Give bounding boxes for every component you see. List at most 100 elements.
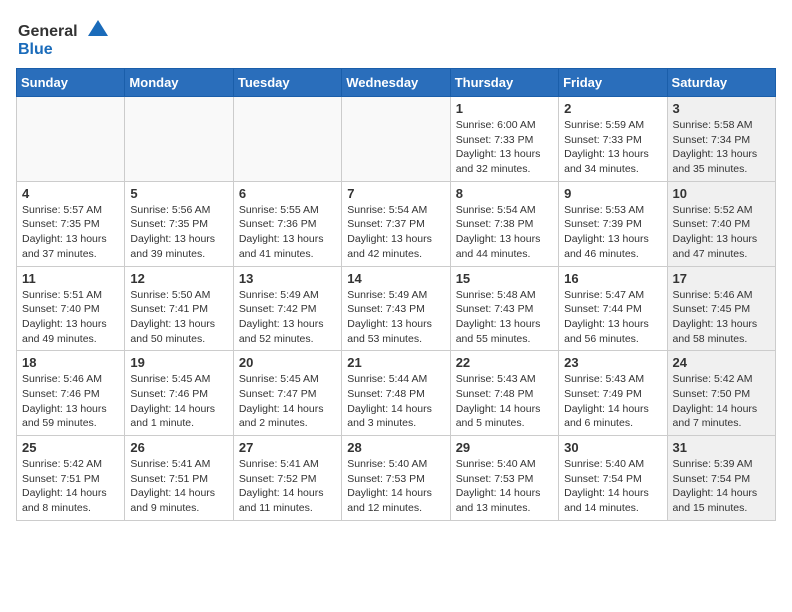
calendar-cell: 24 Sunrise: 5:42 AMSunset: 7:50 PMDayligh… xyxy=(667,351,775,436)
day-info: Sunrise: 5:40 AMSunset: 7:53 PMDaylight:… xyxy=(456,457,553,516)
calendar-week-3: 11 Sunrise: 5:51 AMSunset: 7:40 PMDayligh… xyxy=(17,266,776,351)
calendar-cell: 3 Sunrise: 5:58 AMSunset: 7:34 PMDaylight… xyxy=(667,97,775,182)
day-number: 7 xyxy=(347,186,444,201)
calendar-cell: 19Sunrise: 5:45 AMSunset: 7:46 PMDayligh… xyxy=(125,351,233,436)
calendar-cell: 7 Sunrise: 5:54 AMSunset: 7:37 PMDaylight… xyxy=(342,181,450,266)
calendar-cell xyxy=(233,97,341,182)
day-number: 14 xyxy=(347,271,444,286)
day-info: Sunrise: 5:59 AMSunset: 7:33 PMDaylight:… xyxy=(564,118,661,177)
calendar-cell: 20 Sunrise: 5:45 AMSunset: 7:47 PMDayligh… xyxy=(233,351,341,436)
calendar-cell: 22 Sunrise: 5:43 AMSunset: 7:48 PMDayligh… xyxy=(450,351,558,436)
calendar-cell: 12 Sunrise: 5:50 AMSunset: 7:41 PMDayligh… xyxy=(125,266,233,351)
day-number: 21 xyxy=(347,355,444,370)
logo-svg: General Blue xyxy=(16,16,126,60)
day-info: Sunrise: 5:40 AMSunset: 7:54 PMDaylight:… xyxy=(564,457,661,516)
svg-text:Blue: Blue xyxy=(18,41,53,58)
page-header: General Blue xyxy=(16,16,776,60)
day-number: 20 xyxy=(239,355,336,370)
day-number: 17 xyxy=(673,271,770,286)
day-number: 4 xyxy=(22,186,119,201)
calendar-cell: 16 Sunrise: 5:47 AMSunset: 7:44 PMDayligh… xyxy=(559,266,667,351)
day-info: Sunrise: 5:46 AMSunset: 7:46 PMDaylight:… xyxy=(22,372,119,431)
day-number: 18 xyxy=(22,355,119,370)
day-number: 5 xyxy=(130,186,227,201)
day-number: 28 xyxy=(347,440,444,455)
calendar-cell: 4 Sunrise: 5:57 AMSunset: 7:35 PMDaylight… xyxy=(17,181,125,266)
day-number: 16 xyxy=(564,271,661,286)
day-info: Sunrise: 5:44 AMSunset: 7:48 PMDaylight:… xyxy=(347,372,444,431)
day-number: 8 xyxy=(456,186,553,201)
day-info: Sunrise: 5:47 AMSunset: 7:44 PMDaylight:… xyxy=(564,288,661,347)
calendar-cell: 11 Sunrise: 5:51 AMSunset: 7:40 PMDayligh… xyxy=(17,266,125,351)
day-info: Sunrise: 5:39 AMSunset: 7:54 PMDaylight:… xyxy=(673,457,770,516)
calendar-cell: 13 Sunrise: 5:49 AMSunset: 7:42 PMDayligh… xyxy=(233,266,341,351)
calendar-cell: 30 Sunrise: 5:40 AMSunset: 7:54 PMDayligh… xyxy=(559,436,667,521)
calendar-cell: 25 Sunrise: 5:42 AMSunset: 7:51 PMDayligh… xyxy=(17,436,125,521)
day-number: 6 xyxy=(239,186,336,201)
calendar-cell: 26 Sunrise: 5:41 AMSunset: 7:51 PMDayligh… xyxy=(125,436,233,521)
weekday-header-tuesday: Tuesday xyxy=(233,69,341,97)
calendar-header-row: SundayMondayTuesdayWednesdayThursdayFrid… xyxy=(17,69,776,97)
day-number: 29 xyxy=(456,440,553,455)
day-number: 1 xyxy=(456,101,553,116)
day-info: Sunrise: 5:46 AMSunset: 7:45 PMDaylight:… xyxy=(673,288,770,347)
day-info: Sunrise: 5:54 AMSunset: 7:37 PMDaylight:… xyxy=(347,203,444,262)
calendar-cell xyxy=(342,97,450,182)
day-info: Sunrise: 5:55 AMSunset: 7:36 PMDaylight:… xyxy=(239,203,336,262)
day-number: 26 xyxy=(130,440,227,455)
day-number: 30 xyxy=(564,440,661,455)
calendar-week-4: 18 Sunrise: 5:46 AMSunset: 7:46 PMDayligh… xyxy=(17,351,776,436)
calendar-cell: 18 Sunrise: 5:46 AMSunset: 7:46 PMDayligh… xyxy=(17,351,125,436)
logo: General Blue xyxy=(16,16,126,60)
calendar-cell: 5Sunrise: 5:56 AMSunset: 7:35 PMDaylight… xyxy=(125,181,233,266)
day-info: Sunrise: 5:58 AMSunset: 7:34 PMDaylight:… xyxy=(673,118,770,177)
calendar-cell: 8 Sunrise: 5:54 AMSunset: 7:38 PMDaylight… xyxy=(450,181,558,266)
day-number: 22 xyxy=(456,355,553,370)
day-number: 9 xyxy=(564,186,661,201)
day-number: 19 xyxy=(130,355,227,370)
day-info: Sunrise: 5:43 AMSunset: 7:49 PMDaylight:… xyxy=(564,372,661,431)
calendar-cell: 14 Sunrise: 5:49 AMSunset: 7:43 PMDayligh… xyxy=(342,266,450,351)
calendar-cell: 1 Sunrise: 6:00 AMSunset: 7:33 PMDaylight… xyxy=(450,97,558,182)
day-info: Sunrise: 5:52 AMSunset: 7:40 PMDaylight:… xyxy=(673,203,770,262)
day-number: 23 xyxy=(564,355,661,370)
day-info: Sunrise: 5:42 AMSunset: 7:51 PMDaylight:… xyxy=(22,457,119,516)
calendar-table: SundayMondayTuesdayWednesdayThursdayFrid… xyxy=(16,68,776,521)
weekday-header-monday: Monday xyxy=(125,69,233,97)
day-info: Sunrise: 5:50 AMSunset: 7:41 PMDaylight:… xyxy=(130,288,227,347)
day-number: 13 xyxy=(239,271,336,286)
day-info: Sunrise: 5:43 AMSunset: 7:48 PMDaylight:… xyxy=(456,372,553,431)
day-number: 25 xyxy=(22,440,119,455)
calendar-cell: 6 Sunrise: 5:55 AMSunset: 7:36 PMDaylight… xyxy=(233,181,341,266)
calendar-cell: 9Sunrise: 5:53 AMSunset: 7:39 PMDaylight… xyxy=(559,181,667,266)
calendar-cell: 17 Sunrise: 5:46 AMSunset: 7:45 PMDayligh… xyxy=(667,266,775,351)
calendar-week-5: 25 Sunrise: 5:42 AMSunset: 7:51 PMDayligh… xyxy=(17,436,776,521)
calendar-cell: 23 Sunrise: 5:43 AMSunset: 7:49 PMDayligh… xyxy=(559,351,667,436)
calendar-cell xyxy=(17,97,125,182)
weekday-header-wednesday: Wednesday xyxy=(342,69,450,97)
weekday-header-saturday: Saturday xyxy=(667,69,775,97)
day-info: Sunrise: 6:00 AMSunset: 7:33 PMDaylight:… xyxy=(456,118,553,177)
day-info: Sunrise: 5:45 AMSunset: 7:47 PMDaylight:… xyxy=(239,372,336,431)
day-info: Sunrise: 5:41 AMSunset: 7:51 PMDaylight:… xyxy=(130,457,227,516)
day-info: Sunrise: 5:49 AMSunset: 7:43 PMDaylight:… xyxy=(347,288,444,347)
day-number: 3 xyxy=(673,101,770,116)
day-info: Sunrise: 5:51 AMSunset: 7:40 PMDaylight:… xyxy=(22,288,119,347)
weekday-header-sunday: Sunday xyxy=(17,69,125,97)
day-number: 15 xyxy=(456,271,553,286)
day-number: 24 xyxy=(673,355,770,370)
day-number: 31 xyxy=(673,440,770,455)
day-info: Sunrise: 5:49 AMSunset: 7:42 PMDaylight:… xyxy=(239,288,336,347)
day-number: 11 xyxy=(22,271,119,286)
calendar-cell: 28Sunrise: 5:40 AMSunset: 7:53 PMDayligh… xyxy=(342,436,450,521)
day-info: Sunrise: 5:42 AMSunset: 7:50 PMDaylight:… xyxy=(673,372,770,431)
day-number: 12 xyxy=(130,271,227,286)
calendar-cell: 21 Sunrise: 5:44 AMSunset: 7:48 PMDayligh… xyxy=(342,351,450,436)
calendar-week-1: 1 Sunrise: 6:00 AMSunset: 7:33 PMDaylight… xyxy=(17,97,776,182)
day-info: Sunrise: 5:57 AMSunset: 7:35 PMDaylight:… xyxy=(22,203,119,262)
day-number: 2 xyxy=(564,101,661,116)
calendar-week-2: 4 Sunrise: 5:57 AMSunset: 7:35 PMDaylight… xyxy=(17,181,776,266)
day-info: Sunrise: 5:54 AMSunset: 7:38 PMDaylight:… xyxy=(456,203,553,262)
calendar-cell: 15Sunrise: 5:48 AMSunset: 7:43 PMDayligh… xyxy=(450,266,558,351)
calendar-cell xyxy=(125,97,233,182)
